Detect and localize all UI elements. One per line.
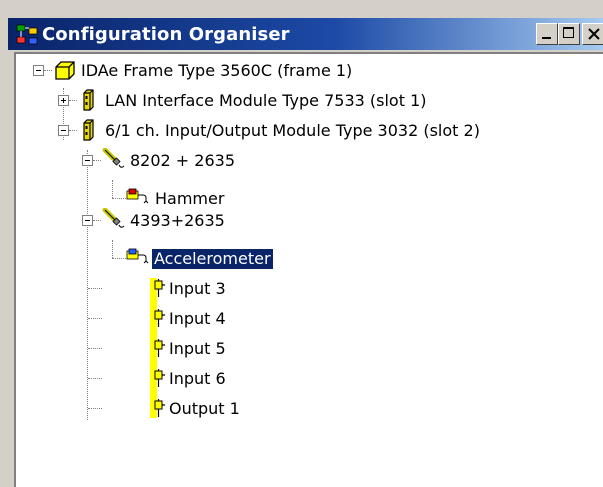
minimize-button[interactable] xyxy=(536,23,558,45)
tree-node-input-6[interactable]: Input 6 xyxy=(169,369,226,389)
module-icon xyxy=(83,119,94,141)
connector-blue-icon xyxy=(126,248,149,264)
maximize-button[interactable] xyxy=(558,23,580,45)
tree-node-hammer[interactable]: Hammer xyxy=(155,189,224,209)
module-icon xyxy=(83,89,94,111)
channel-input-icon xyxy=(154,279,165,297)
connector-red-icon xyxy=(126,188,149,204)
tree-line xyxy=(88,408,102,410)
close-icon xyxy=(588,28,600,40)
tree-view[interactable]: IDAe Frame Type 3560C (frame 1) LAN Inte… xyxy=(14,52,603,487)
tree-line xyxy=(112,240,114,258)
tree-node-io-module[interactable]: 6/1 ch. Input/Output Module Type 3032 (s… xyxy=(105,121,480,141)
transducer-probe-icon xyxy=(102,208,125,228)
tree-line xyxy=(69,130,77,132)
collapse-toggle-transducer-1[interactable] xyxy=(82,155,93,166)
channel-input-icon xyxy=(154,369,165,387)
tree-line xyxy=(88,318,102,320)
app-icon xyxy=(16,24,38,45)
channel-input-icon xyxy=(154,309,165,327)
transducer-probe-icon xyxy=(102,148,125,168)
collapse-toggle-transducer-2[interactable] xyxy=(82,215,93,226)
configuration-organiser-window: Configuration Organiser IDAe Frame Type … xyxy=(0,0,603,487)
tree-line xyxy=(93,220,101,222)
frame-cube-icon xyxy=(55,61,75,80)
collapse-toggle-io-module[interactable] xyxy=(58,125,69,136)
collapse-toggle-frame[interactable] xyxy=(33,65,44,76)
tree-line xyxy=(112,198,126,200)
minimize-icon xyxy=(542,37,551,39)
tree-line xyxy=(69,100,77,102)
tree-node-input-4[interactable]: Input 4 xyxy=(169,309,226,329)
tree-node-accelerometer[interactable]: Accelerometer xyxy=(151,248,274,270)
window-title: Configuration Organiser xyxy=(42,24,290,45)
tree-line xyxy=(88,288,102,290)
close-button[interactable] xyxy=(582,23,603,45)
tree-line xyxy=(93,160,101,162)
tree-node-lan-module[interactable]: LAN Interface Module Type 7533 (slot 1) xyxy=(105,91,427,111)
tree-node-frame[interactable]: IDAe Frame Type 3560C (frame 1) xyxy=(81,61,352,81)
tree-line xyxy=(44,70,52,72)
tree-node-transducer-2[interactable]: 4393+2635 xyxy=(130,211,225,231)
tree-line xyxy=(88,348,102,350)
tree-line xyxy=(88,378,102,380)
tree-node-transducer-1[interactable]: 8202 + 2635 xyxy=(130,151,235,171)
expand-toggle-lan-module[interactable] xyxy=(58,95,69,106)
tree-node-input-5[interactable]: Input 5 xyxy=(169,339,226,359)
tree-line xyxy=(112,180,114,198)
channel-output-icon xyxy=(154,399,165,417)
maximize-icon xyxy=(563,27,574,38)
tree-line xyxy=(112,258,126,260)
tree-node-output-1[interactable]: Output 1 xyxy=(169,399,240,419)
channel-input-icon xyxy=(154,339,165,357)
tree-node-input-3[interactable]: Input 3 xyxy=(169,279,226,299)
